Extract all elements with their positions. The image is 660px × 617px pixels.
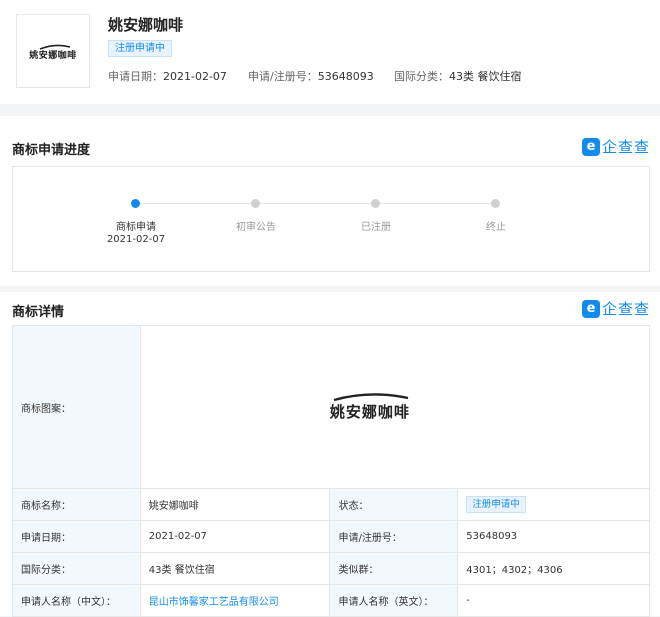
applicant-cn-cell: 昆山市饰馨家工艺品有限公司 — [139, 584, 331, 617]
intl-class-label: 国际分类： — [12, 552, 141, 585]
applicant-cn-link[interactable]: 昆山市饰馨家工艺品有限公司 — [149, 597, 279, 608]
status-badge-small: 注册申请中 — [466, 496, 526, 513]
step-dot-apply — [131, 199, 140, 208]
table-row: 申请日期： 2021-02-07 申请/注册号： 53648093 — [12, 520, 650, 553]
image-label: 商标图案： — [12, 325, 141, 489]
trademark-title: 姚安娜咖啡 — [108, 16, 184, 34]
qichacha-brand-name: 企查查 — [601, 300, 650, 318]
image-swoosh-icon — [333, 393, 409, 401]
qichacha-brand-name: 企查查 — [601, 138, 650, 156]
trademark-header: 姚安娜咖啡 姚安娜咖啡 注册申请中 申请日期：2021-02-07 申请/注册号… — [0, 0, 660, 104]
step-label-registered: 已注册 — [361, 222, 391, 233]
qichacha-brand-2[interactable]: e 企查查 — [581, 298, 650, 319]
intl-class-label: 国际分类： — [394, 70, 449, 83]
status-cell: 注册申请中 — [457, 488, 650, 521]
table-row: 商标图案： 姚安娜咖啡 — [12, 325, 651, 489]
qichacha-logo-icon: e — [581, 299, 600, 318]
applicant-cn-label: 申请人名称（中文）： — [12, 584, 141, 617]
step-dot-prelim — [251, 199, 260, 208]
reg-no-value: 53648093 — [317, 70, 374, 83]
table-row: 申请人名称（中文）： 昆山市饰馨家工艺品有限公司 申请人名称（英文）： - — [12, 584, 650, 617]
name-label: 商标名称： — [12, 488, 141, 521]
intl-class-meta: 国际分类：43类 餐饮住宿 — [394, 68, 522, 84]
reg-no-label: 申请/注册号： — [248, 70, 318, 83]
progress-timeline: 商标申请 2021-02-07 初审公告 已注册 终止 — [12, 166, 650, 272]
reg-no-label: 申请/注册号： — [329, 520, 459, 553]
progress-section-title: 商标申请进度 — [12, 143, 91, 158]
intl-class-value: 43类 餐饮住宿 — [139, 552, 331, 585]
details-section-title: 商标详情 — [12, 305, 65, 320]
status-label: 状态： — [329, 488, 459, 521]
table-row: 国际分类： 43类 餐饮住宿 类似群： 4301；4302；4306 — [12, 552, 650, 585]
applicant-en-value: - — [457, 584, 650, 617]
trademark-image[interactable]: 姚安娜咖啡 — [330, 392, 410, 422]
status-badge: 注册申请中 — [108, 40, 172, 57]
apply-date-value: 2021-02-07 — [163, 70, 227, 83]
intl-class-value: 43类 餐饮住宿 — [449, 70, 522, 83]
apply-date-value: 2021-02-07 — [139, 520, 331, 553]
logo-text: 姚安娜咖啡 — [29, 50, 77, 61]
trademark-image-cell: 姚安娜咖啡 — [139, 325, 651, 489]
apply-date-meta: 申请日期：2021-02-07 — [108, 68, 227, 84]
similar-group-value: 4301；4302；4306 — [457, 552, 650, 585]
step-label-terminated: 终止 — [486, 222, 506, 233]
step-label-prelim: 初审公告 — [236, 222, 276, 233]
trademark-detail-table: 商标图案： 姚安娜咖啡 商标名称： 姚安娜咖啡 状态： 注册申请中 申请日期： … — [12, 325, 651, 617]
trademark-image-text: 姚安娜咖啡 — [329, 403, 410, 421]
step-dot-terminated — [491, 199, 500, 208]
step-dot-registered — [371, 199, 380, 208]
reg-no-value: 53648093 — [457, 520, 650, 553]
qichacha-brand[interactable]: e 企查查 — [581, 136, 650, 157]
trademark-logo-thumbnail[interactable]: 姚安娜咖啡 — [16, 14, 90, 88]
reg-no-meta: 申请/注册号：53648093 — [248, 68, 374, 84]
step-label-apply: 商标申请 — [116, 222, 156, 233]
table-row: 商标名称： 姚安娜咖啡 状态： 注册申请中 — [12, 488, 650, 521]
qichacha-logo-icon: e — [581, 137, 600, 156]
apply-date-label: 申请日期： — [12, 520, 141, 553]
progress-line — [140, 203, 500, 204]
applicant-en-label: 申请人名称（英文）： — [329, 584, 459, 617]
name-value: 姚安娜咖啡 — [139, 488, 331, 521]
step-date-apply: 2021-02-07 — [106, 234, 166, 245]
similar-group-label: 类似群： — [329, 552, 459, 585]
apply-date-label: 申请日期： — [108, 70, 163, 83]
